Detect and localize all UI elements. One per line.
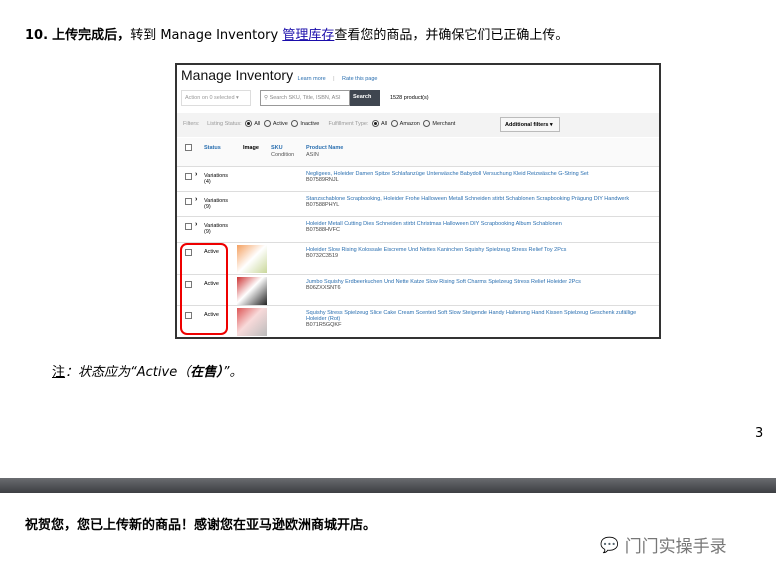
- ff-merchant-label: Merchant: [432, 120, 456, 127]
- note-label: 注: [52, 365, 66, 380]
- watermark-text: 门门实操手录: [624, 537, 727, 557]
- table-row: Active Jumbo Squishy Erdbeerkuchen Und N…: [177, 274, 659, 305]
- manage-inventory-link[interactable]: 管理库存: [282, 28, 334, 43]
- fulfillment-label: Fulfillment Type:: [328, 120, 369, 127]
- step-instruction: 10. 上传完成后，转到 Manage Inventory 管理库存查看您的商品…: [25, 24, 568, 43]
- row-checkbox[interactable]: [185, 223, 192, 230]
- ls-active-label: Active: [272, 120, 288, 127]
- inventory-screenshot: Manage Inventory Learn more | Rate this …: [175, 63, 661, 339]
- separator: |: [333, 76, 335, 82]
- table-row: › Variations (9) Stanzschablone Scrapbook…: [177, 191, 659, 216]
- radio-ls-inactive[interactable]: [291, 120, 299, 127]
- search-button[interactable]: Search: [350, 90, 380, 106]
- search-placeholder: Search SKU, Title, ISBN, ASI: [269, 95, 341, 101]
- status-header[interactable]: Status: [204, 145, 221, 151]
- note-bold: 在售）: [190, 365, 223, 380]
- congrats-text: 祝贺您，您已上传新的商品！感谢您在亚马逊欧洲商城开店。: [25, 518, 377, 533]
- radio-ff-merchant[interactable]: [423, 120, 431, 127]
- page-title: Manage Inventory: [181, 67, 294, 83]
- variation-count: (9): [204, 229, 211, 235]
- expand-chevron-icon[interactable]: ›: [195, 196, 197, 203]
- product-name-link[interactable]: Stanzschablone Scrapbooking, Holeider Fr…: [306, 196, 629, 202]
- step-text: 转到 Manage Inventory: [130, 28, 283, 43]
- table-row: › Variations (4) Negligees, Holeider Dame…: [177, 166, 659, 191]
- row-status: Variations (9): [204, 223, 228, 235]
- select-all-checkbox[interactable]: [185, 144, 192, 151]
- highlight-box: [180, 243, 228, 335]
- rate-page-link[interactable]: Rate this page: [342, 76, 377, 82]
- asin: B071R5GQKF: [306, 322, 342, 328]
- step-number: 10.: [25, 28, 49, 43]
- asin-header: ASIN: [306, 152, 319, 158]
- radio-ls-all[interactable]: [245, 120, 253, 127]
- table-header: Status Image SKU Condition Product Name …: [177, 138, 659, 166]
- product-image[interactable]: [237, 245, 267, 273]
- product-name-link[interactable]: Jumbo Squishy Erdbeerkuchen Und Nette Ka…: [306, 279, 581, 285]
- sku-header[interactable]: SKU: [271, 145, 283, 151]
- product-name-link[interactable]: Squishy Stress Spielzeug Slice Cake Crea…: [306, 310, 636, 322]
- row-checkbox[interactable]: [185, 198, 192, 205]
- step-text-2: 查看您的商品，并确保它们已正确上传。: [334, 28, 569, 43]
- product-image[interactable]: [237, 277, 267, 305]
- radio-ff-all[interactable]: [372, 120, 380, 127]
- product-name-header[interactable]: Product Name: [306, 145, 343, 151]
- product-name-link[interactable]: Negligees, Holeider Damen Spitze Schlafa…: [306, 171, 589, 177]
- table-row: Active Holeider Slow Rising Kolossale Ei…: [177, 242, 659, 274]
- condition-header: Condition: [271, 152, 295, 158]
- product-image[interactable]: [237, 308, 267, 336]
- note-text: 状态应为“Active（: [78, 365, 191, 380]
- table-row: Active Squishy Stress Spielzeug Slice Ca…: [177, 305, 659, 337]
- asin: B0732C3519: [306, 253, 339, 259]
- asin: B07589RNJL: [306, 177, 339, 183]
- page-number: 3: [755, 426, 764, 441]
- product-name-link[interactable]: Holeider Slow Rising Kolossale Eiscreme …: [306, 247, 566, 253]
- product-count: 1528 product(s): [390, 95, 429, 101]
- radio-ls-active[interactable]: [263, 120, 271, 127]
- search-input[interactable]: ⚲ Search SKU, Title, ISBN, ASI: [260, 90, 350, 106]
- radio-ff-amazon[interactable]: [390, 120, 398, 127]
- ff-all-label: All: [381, 120, 388, 127]
- asin: B06ZXXSNT6: [306, 285, 341, 291]
- action-dropdown[interactable]: Action on 0 selected ▾: [181, 90, 251, 106]
- product-name-link[interactable]: Holeider Metall Cutting Dies Schneiden s…: [306, 221, 562, 227]
- table-row: › Variations (9) Holeider Metall Cutting …: [177, 216, 659, 242]
- expand-chevron-icon[interactable]: ›: [195, 171, 197, 178]
- row-checkbox[interactable]: [185, 173, 192, 180]
- row-status: Variations (4): [204, 173, 228, 185]
- variation-count: (4): [204, 179, 211, 185]
- variation-count: (9): [204, 204, 211, 210]
- asin: B07588HVFC: [306, 227, 340, 233]
- listing-status-label: Listing Status:: [207, 120, 242, 127]
- note-end: ”。: [222, 365, 243, 380]
- asin: B07588PHYL: [306, 202, 340, 208]
- note: 注：状态应为“Active（在售）”。: [52, 361, 242, 380]
- learn-more-link[interactable]: Learn more: [298, 76, 326, 82]
- ls-all-label: All: [254, 120, 261, 127]
- wechat-icon: 💬: [600, 535, 619, 554]
- step-bold: 上传完成后，: [52, 28, 131, 43]
- page-divider: [0, 478, 776, 493]
- ls-inactive-label: Inactive: [300, 120, 320, 127]
- filters-label: Filters:: [183, 120, 200, 127]
- expand-chevron-icon[interactable]: ›: [195, 221, 197, 228]
- row-status: Variations (9): [204, 198, 228, 210]
- watermark: 💬 门门实操手录: [600, 532, 727, 558]
- note-colon: ：: [65, 365, 79, 380]
- additional-filters-button[interactable]: Additional filters ▾: [500, 117, 560, 132]
- image-header: Image: [243, 145, 259, 151]
- ff-amazon-label: Amazon: [399, 120, 420, 127]
